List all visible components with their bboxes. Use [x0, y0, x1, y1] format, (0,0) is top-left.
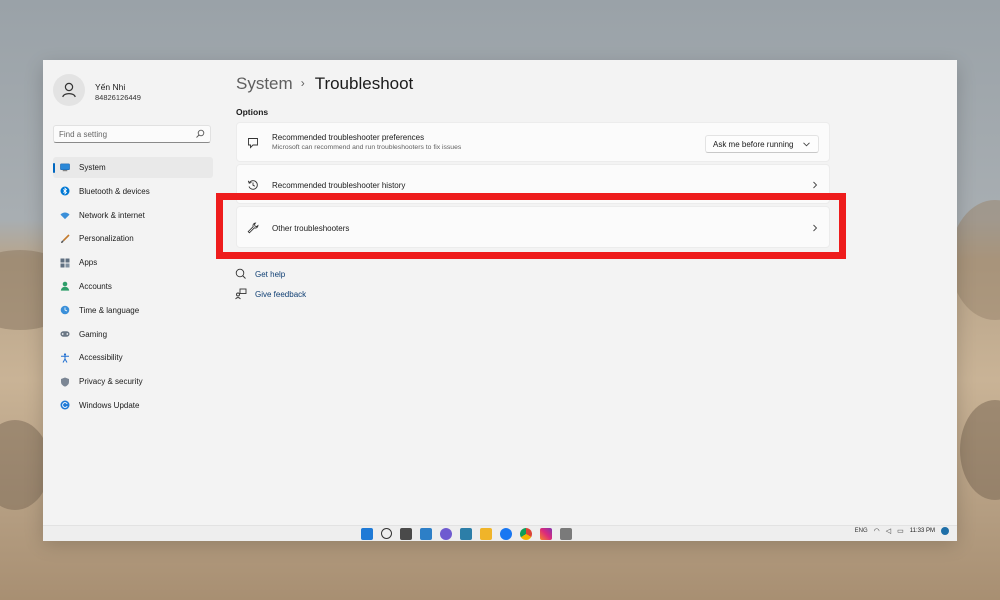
avatar	[53, 74, 85, 106]
brush-icon	[60, 234, 70, 244]
sidebar-item-label: Accessibility	[79, 353, 123, 363]
sidebar-item-apps[interactable]: Apps	[53, 252, 213, 273]
volume-icon[interactable]: ◁	[886, 527, 891, 535]
chrome-icon[interactable]	[520, 528, 532, 540]
shield-icon	[60, 377, 70, 387]
search-box[interactable]	[53, 125, 211, 143]
monitor-icon	[60, 163, 70, 173]
sidebar-item-label: Apps	[79, 258, 98, 268]
chevron-down-icon	[803, 142, 810, 147]
sidebar-item-label: Network & internet	[79, 210, 145, 220]
messenger-icon[interactable]	[500, 528, 512, 540]
notification-badge[interactable]	[941, 527, 949, 535]
card-title: Recommended troubleshooter preferences	[272, 133, 425, 142]
sidebar-item-gaming[interactable]: Gaming	[53, 324, 213, 345]
wifi-icon	[60, 210, 70, 220]
breadcrumb-separator: ›	[300, 76, 305, 90]
profile-id: 84826126449	[95, 93, 141, 102]
sidebar-nav: System Bluetooth & devices Network & int…	[53, 157, 213, 419]
give-feedback-label: Give feedback	[255, 289, 307, 299]
highlight-box	[216, 193, 846, 259]
wifi-icon[interactable]: ◠	[874, 527, 880, 535]
widgets-icon[interactable]	[420, 528, 432, 540]
search-input[interactable]	[59, 128, 187, 140]
sidebar-item-label: Privacy & security	[79, 377, 143, 387]
settings-window: Yến Nhi 84826126449 System Bluetooth & d…	[43, 60, 957, 538]
sidebar-item-label: Personalization	[79, 234, 134, 244]
language-indicator[interactable]: ENG	[855, 528, 868, 534]
task-view-icon[interactable]	[400, 528, 412, 540]
give-feedback-link[interactable]: Give feedback	[235, 288, 306, 300]
taskbar-clock[interactable]: 11:33 PM	[910, 528, 935, 535]
sidebar-item-bluetooth[interactable]: Bluetooth & devices	[53, 181, 213, 202]
sidebar-item-label: System	[79, 163, 106, 172]
chat-icon[interactable]	[440, 528, 452, 540]
instagram-icon[interactable]	[540, 528, 552, 540]
card-troubleshooter-preferences: Recommended troubleshooter preferences M…	[236, 122, 830, 162]
globe-clock-icon	[60, 305, 70, 315]
person-icon	[60, 281, 70, 292]
chat-bubble-icon	[248, 138, 258, 149]
breadcrumb-current: Troubleshoot	[314, 74, 414, 93]
search-icon[interactable]	[381, 528, 392, 539]
history-icon	[247, 180, 258, 190]
sidebar-item-privacy[interactable]: Privacy & security	[53, 371, 213, 392]
apps-icon	[60, 258, 70, 268]
sidebar-item-accessibility[interactable]: Accessibility	[53, 347, 213, 368]
taskbar: ENG ◠ ◁ ▭ 11:33 PM	[43, 525, 957, 541]
sidebar-item-label: Bluetooth & devices	[79, 186, 150, 196]
sidebar-item-label: Gaming	[79, 329, 108, 339]
help-chat-icon	[235, 268, 247, 280]
store-icon[interactable]	[460, 528, 472, 540]
chevron-right-icon	[813, 181, 818, 189]
search-icon[interactable]	[195, 129, 205, 139]
sidebar-item-network[interactable]: Network & internet	[53, 205, 213, 226]
section-label-options: Options	[236, 107, 269, 117]
sidebar-item-time-language[interactable]: Time & language	[53, 300, 213, 321]
sidebar-item-label: Windows Update	[79, 400, 140, 410]
accessibility-icon	[60, 353, 70, 363]
sidebar-item-windows-update[interactable]: Windows Update	[53, 395, 213, 416]
breadcrumb-system[interactable]: System	[236, 74, 293, 93]
battery-icon[interactable]: ▭	[897, 527, 904, 535]
sidebar-item-personalization[interactable]: Personalization	[53, 228, 213, 249]
person-icon	[62, 82, 76, 98]
sidebar-item-label: Accounts	[79, 281, 112, 291]
gamepad-icon	[60, 329, 70, 339]
sidebar: Yến Nhi 84826126449 System Bluetooth & d…	[43, 60, 221, 526]
settings-icon[interactable]	[560, 528, 572, 540]
windows-start-icon[interactable]	[361, 528, 373, 540]
get-help-link[interactable]: Get help	[235, 268, 285, 280]
sidebar-item-accounts[interactable]: Accounts	[53, 276, 213, 297]
card-title: Recommended troubleshooter history	[272, 181, 406, 190]
refresh-icon	[60, 400, 70, 410]
user-profile[interactable]: Yến Nhi 84826126449	[53, 74, 213, 114]
troubleshooter-preference-dropdown[interactable]: Ask me before running	[705, 135, 819, 153]
background-rock	[960, 400, 1000, 500]
sidebar-item-system[interactable]: System	[53, 157, 213, 178]
file-explorer-icon[interactable]	[480, 528, 492, 540]
bluetooth-icon	[60, 186, 70, 196]
profile-name: Yến Nhi	[95, 82, 126, 92]
system-tray: ENG ◠ ◁ ▭ 11:33 PM	[855, 527, 949, 535]
sidebar-item-label: Time & language	[79, 305, 140, 315]
page-title: System › Troubleshoot	[236, 74, 413, 94]
get-help-label: Get help	[255, 269, 286, 279]
taskbar-apps	[361, 528, 572, 540]
dropdown-value: Ask me before running	[713, 140, 794, 149]
card-subtitle: Microsoft can recommend and run troubles…	[272, 144, 462, 151]
feedback-icon	[235, 288, 247, 300]
background-rock	[950, 200, 1000, 320]
